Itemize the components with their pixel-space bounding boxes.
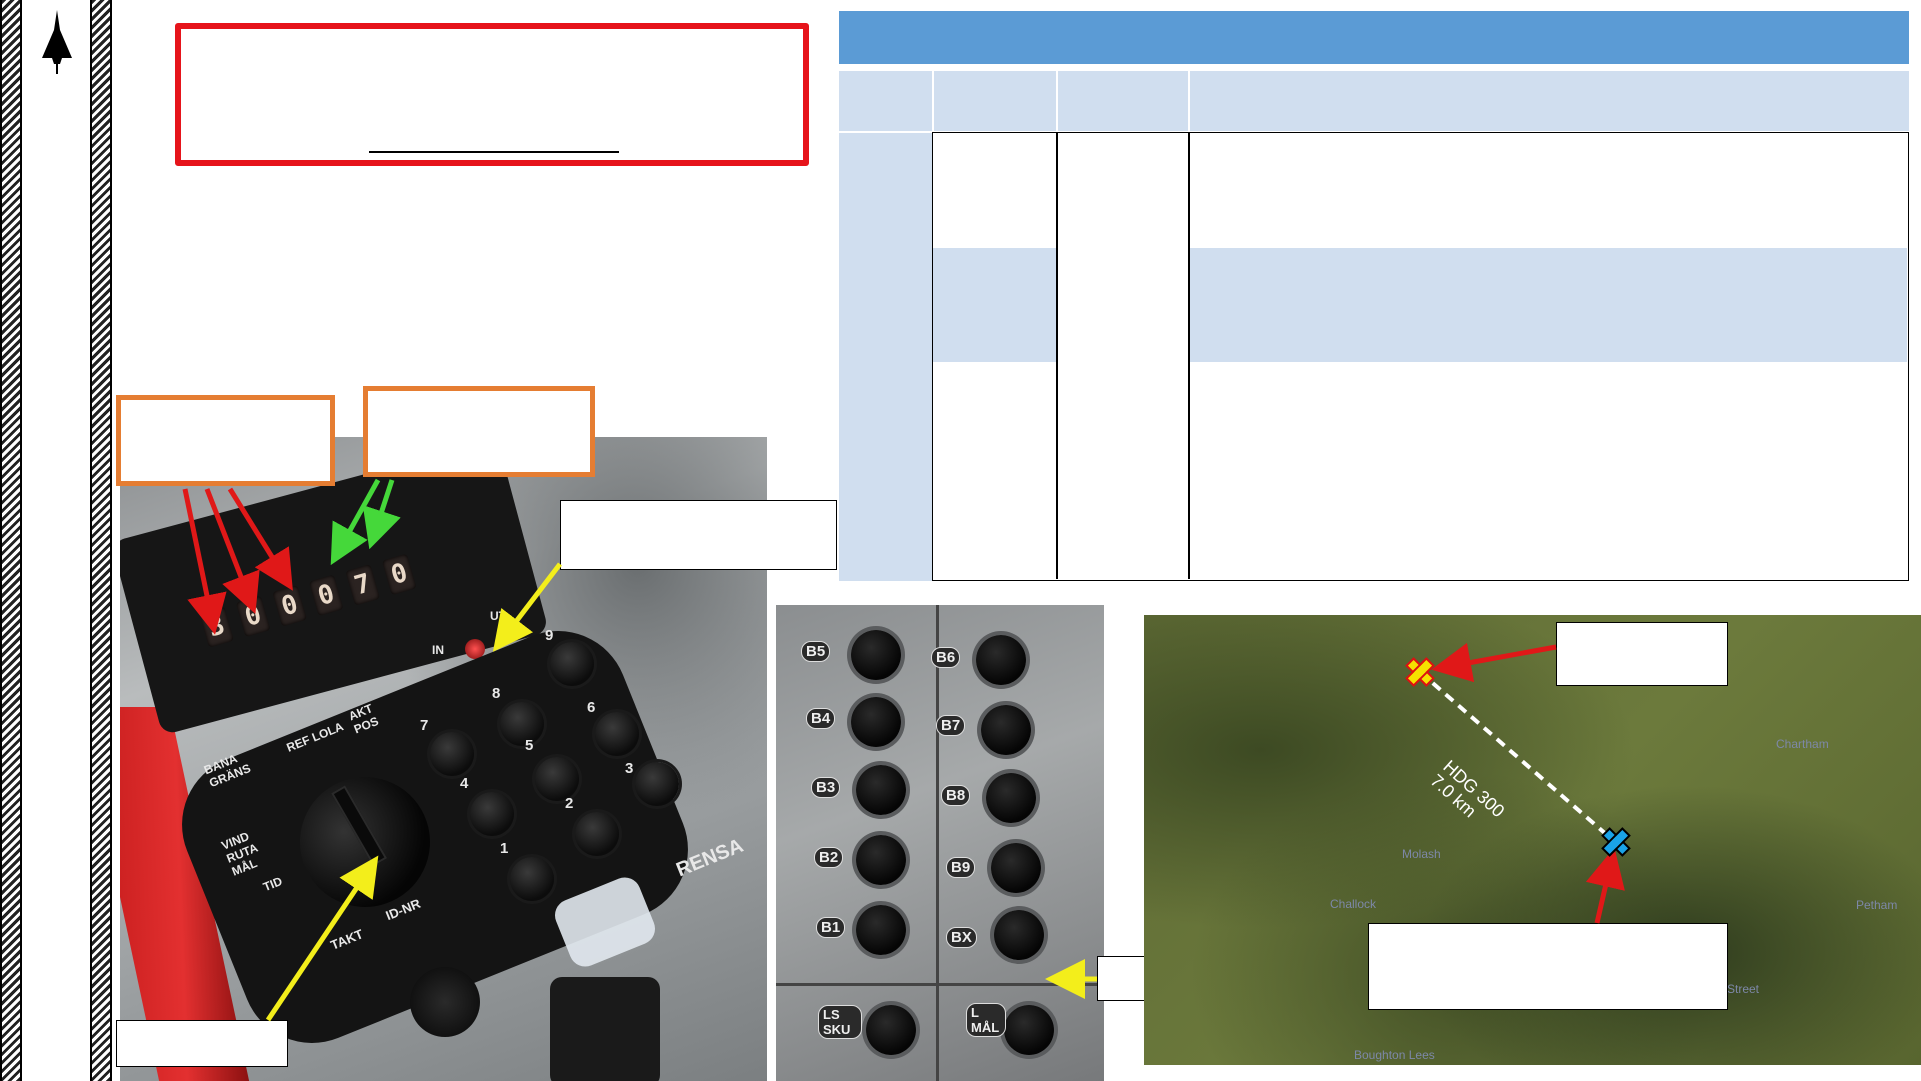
ls-sku-button[interactable] <box>866 1005 916 1055</box>
l-mal-button[interactable] <box>1004 1005 1054 1055</box>
title-underline <box>369 151 619 153</box>
bx-label: BX <box>946 927 977 948</box>
table-body-grid <box>932 132 1909 581</box>
table-col-header-1 <box>839 71 932 131</box>
button-panel-photo: B5 B4 B3 B2 B1 LS SKU B6 B7 B8 B9 BX L M… <box>776 605 1104 1081</box>
key-9[interactable] <box>550 642 594 686</box>
key-1[interactable] <box>510 857 554 901</box>
b2-button[interactable] <box>856 835 906 885</box>
lower-knob[interactable] <box>550 977 660 1081</box>
knob-pointer <box>331 785 388 867</box>
key-8[interactable] <box>500 702 544 746</box>
b9-button[interactable] <box>991 843 1041 893</box>
callout-origin-point <box>1368 923 1728 1010</box>
b3-label: B3 <box>811 777 841 798</box>
l-mal-label: L MÅL <box>966 1003 1006 1037</box>
b6-label: B6 <box>931 647 961 668</box>
map-label-boughton-lees: Boughton Lees <box>1354 1048 1435 1062</box>
map-label-petham: Petham <box>1856 898 1898 912</box>
b8-button[interactable] <box>986 773 1036 823</box>
key-label-8: 8 <box>492 685 501 702</box>
b8-label: B8 <box>941 785 971 806</box>
key-7[interactable] <box>430 732 474 776</box>
b4-button[interactable] <box>851 697 901 747</box>
key-label-3: 3 <box>625 760 634 777</box>
table-row-2-cell-a <box>933 248 1056 362</box>
b6-button[interactable] <box>976 635 1026 685</box>
panel-hdivider <box>776 983 1104 986</box>
key-label-1: 1 <box>500 840 509 857</box>
orange-callout-left <box>116 395 335 486</box>
aircraft-logo-strip <box>22 0 90 1081</box>
display-digit-4: 0 <box>308 574 344 617</box>
panel-divider <box>936 605 939 1081</box>
callout-target-point <box>1556 622 1728 686</box>
table-row-2-cell-d <box>1189 248 1907 362</box>
indicator-ut-label: UT <box>490 609 506 623</box>
b3-button[interactable] <box>856 765 906 815</box>
table-col-header-4 <box>1190 71 1909 131</box>
b7-button[interactable] <box>981 705 1031 755</box>
key-label-5: 5 <box>525 737 534 754</box>
display-digit-3: 0 <box>272 584 308 627</box>
route-heading-label: HDG 300 7.0 km <box>1427 756 1509 835</box>
b9-label: B9 <box>946 857 976 878</box>
callout-indicator <box>560 500 837 570</box>
b1-button[interactable] <box>856 905 906 955</box>
table-row-group-cell <box>839 133 932 581</box>
key-2[interactable] <box>575 812 619 856</box>
lower-left-knob[interactable] <box>410 967 480 1037</box>
indicator-in-label: IN <box>432 643 444 657</box>
info-table <box>839 11 1909 581</box>
key-3[interactable] <box>635 762 679 806</box>
map-label-street: Street <box>1727 982 1760 996</box>
bx-button[interactable] <box>994 910 1044 960</box>
map-label-chartham: Chartham <box>1776 737 1829 751</box>
callout-knob <box>116 1020 288 1067</box>
b4-label: B4 <box>806 708 836 729</box>
b5-button[interactable] <box>851 630 901 680</box>
ls-sku-label: LS SKU <box>818 1005 862 1039</box>
display-digit-6: 0 <box>381 553 417 596</box>
map-label-challock: Challock <box>1330 897 1377 911</box>
table-col-header-2 <box>934 71 1056 131</box>
table-header-bar <box>839 11 1909 64</box>
key-label-4: 4 <box>460 775 469 792</box>
map-label-molash: Molash <box>1402 847 1441 861</box>
table-vline-2 <box>1188 133 1190 579</box>
title-box <box>175 23 809 166</box>
key-4[interactable] <box>470 792 514 836</box>
display-digit-5: 7 <box>345 563 381 606</box>
right-hatched-bar <box>90 0 112 1081</box>
key-label-2: 2 <box>565 795 574 812</box>
key-label-7: 7 <box>420 717 429 734</box>
b1-label: B1 <box>816 917 846 938</box>
aircraft-icon <box>42 10 72 74</box>
display-digit-2: 0 <box>235 595 271 638</box>
b5-label: B5 <box>801 641 831 662</box>
key-label-9: 9 <box>545 627 554 644</box>
key-6[interactable] <box>595 712 639 756</box>
orange-callout-right <box>363 386 595 477</box>
left-hatched-bar <box>0 0 22 1081</box>
b2-label: B2 <box>814 847 844 868</box>
key-label-6: 6 <box>587 699 596 716</box>
b7-label: B7 <box>936 715 966 736</box>
table-col-header-3 <box>1058 71 1188 131</box>
table-vline-1 <box>1056 133 1058 579</box>
